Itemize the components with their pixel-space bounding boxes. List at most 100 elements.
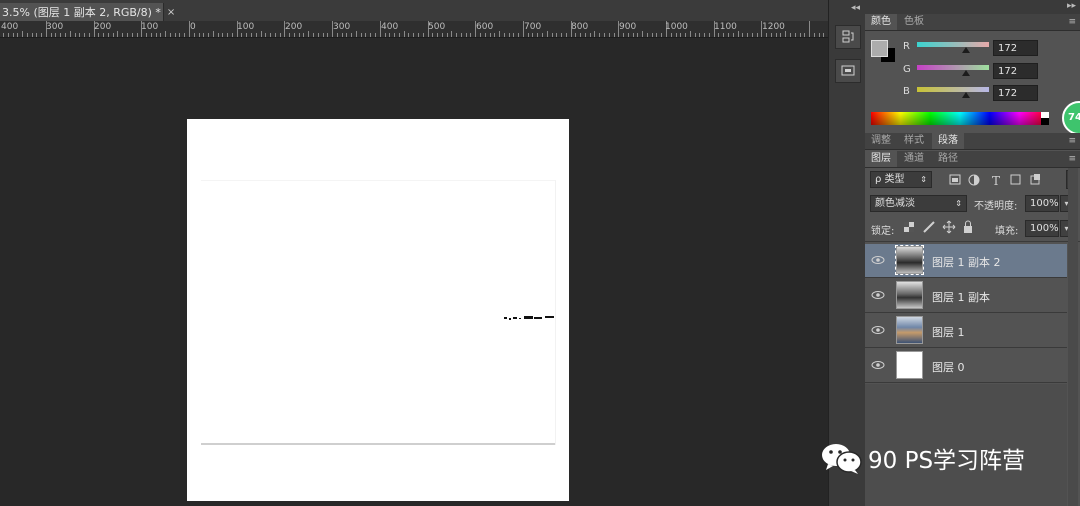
ruler-label: 300 xyxy=(46,22,64,32)
ruler-label: 100 xyxy=(237,22,255,32)
blue-value-field[interactable]: 172 xyxy=(993,85,1038,101)
layer-thumbnail xyxy=(896,351,923,379)
ruler-label: 900 xyxy=(619,22,637,32)
foreground-swatch[interactable] xyxy=(871,40,888,57)
fill-field[interactable]: 100% xyxy=(1025,220,1059,237)
red-slider[interactable] xyxy=(917,42,989,47)
wechat-icon xyxy=(822,444,862,474)
visibility-eye-icon[interactable] xyxy=(871,359,885,371)
ruler-label: 700 xyxy=(524,22,542,32)
green-channel-label: G xyxy=(903,64,911,75)
blue-channel-label: B xyxy=(903,86,910,97)
divider xyxy=(865,241,1080,242)
lock-paint-icon[interactable] xyxy=(922,220,936,234)
document-tab[interactable]: 3.5% (图层 1 副本 2, RGB/8) * × xyxy=(0,3,175,21)
layer-name: 图层 1 xyxy=(932,326,965,339)
blue-slider[interactable] xyxy=(917,87,989,92)
layer-row[interactable]: 图层 1 副本 xyxy=(865,279,1067,313)
ruler-label: 500 xyxy=(428,22,446,32)
tab-channels[interactable]: 通道 xyxy=(898,151,930,167)
layer-name: 图层 1 副本 2 xyxy=(932,256,1001,269)
horizontal-ruler: 400 300 200 100 0 100 200 300 400 500 60… xyxy=(0,21,828,38)
ruler-label: 200 xyxy=(94,22,112,32)
layer-filter-select[interactable]: ρ 类型 ⇕ xyxy=(870,171,932,188)
tab-swatches[interactable]: 色板 xyxy=(898,14,930,30)
adjust-panel-tabs: 调整 样式 段落 ≡ xyxy=(865,133,1080,150)
ruler-label: 600 xyxy=(476,22,494,32)
green-value-field[interactable]: 172 xyxy=(993,63,1038,79)
history-icon[interactable] xyxy=(835,25,861,49)
layer-thumbnail xyxy=(895,245,924,275)
spectrum-black-chip[interactable] xyxy=(1041,118,1049,125)
opacity-label: 不透明度: xyxy=(974,201,1018,212)
properties-icon[interactable] xyxy=(835,59,861,83)
canvas-black-specks xyxy=(504,316,554,320)
tab-paragraph[interactable]: 段落 xyxy=(932,133,964,149)
red-slider-thumb[interactable] xyxy=(961,47,970,53)
green-slider[interactable] xyxy=(917,65,989,70)
tab-styles[interactable]: 样式 xyxy=(898,133,930,149)
layer-thumbnail xyxy=(896,281,923,309)
spectrum-shade xyxy=(871,112,1049,125)
ruler-label: 100 xyxy=(141,22,159,32)
ruler-label: 800 xyxy=(571,22,589,32)
lock-label: 锁定: xyxy=(871,226,895,237)
ruler-label: 200 xyxy=(285,22,303,32)
opacity-field[interactable]: 100% xyxy=(1025,195,1059,212)
dropdown-icon: ⇕ xyxy=(955,199,962,208)
document-tab-bar: 3.5% (图层 1 副本 2, RGB/8) * × xyxy=(0,0,828,22)
visibility-eye-icon[interactable] xyxy=(871,254,885,266)
ruler-label: 400 xyxy=(1,22,19,32)
visibility-eye-icon[interactable] xyxy=(871,289,885,301)
layer-row[interactable]: 图层 1 副本 2 xyxy=(865,244,1067,278)
red-value-field[interactable]: 172 xyxy=(993,40,1038,56)
layer-name: 图层 1 副本 xyxy=(932,291,990,304)
blend-mode-select[interactable]: 颜色减淡 ⇕ xyxy=(870,195,967,212)
layer-content-edge xyxy=(201,443,555,445)
panel-menu-icon[interactable]: ≡ xyxy=(1068,17,1076,27)
watermark-text: 90 PS学习阵营 xyxy=(868,448,1026,474)
panel-menu-icon[interactable]: ≡ xyxy=(1068,154,1076,164)
dropdown-icon: ⇕ xyxy=(920,175,927,184)
green-slider-thumb[interactable] xyxy=(961,70,970,76)
ruler-label: 1000 xyxy=(665,22,688,32)
color-panel-tabs: 颜色 色板 ≡ xyxy=(865,14,1080,31)
panel-header-strip: ▸▸ xyxy=(865,0,1080,14)
ruler-label: 1200 xyxy=(762,22,785,32)
tab-adjustments[interactable]: 调整 xyxy=(865,133,897,149)
right-panels: ▸▸ 颜色 色板 ≡ R 172 G 172 B 172 74 调整 样式 段落… xyxy=(865,0,1080,506)
close-tab-icon[interactable]: × xyxy=(167,7,175,18)
lock-move-icon[interactable] xyxy=(942,220,956,234)
layers-scrollbar[interactable] xyxy=(1068,168,1078,506)
tab-color[interactable]: 颜色 xyxy=(865,14,897,30)
panel-menu-icon[interactable]: ≡ xyxy=(1068,136,1076,146)
ruler-ticks xyxy=(3,21,824,37)
tab-paths[interactable]: 路径 xyxy=(932,151,964,167)
layer-filter-icons: T xyxy=(949,174,1040,188)
panel-dock: ◂◂ xyxy=(828,0,866,506)
expand-panels-icon[interactable]: ▸▸ xyxy=(1067,1,1076,11)
document-tab-title: 3.5% (图层 1 副本 2, RGB/8) * xyxy=(2,6,161,19)
layer-row[interactable]: 图层 1 xyxy=(865,314,1067,348)
visibility-eye-icon[interactable] xyxy=(871,324,885,336)
blue-slider-thumb[interactable] xyxy=(961,92,970,98)
layer-name: 图层 0 xyxy=(932,361,965,374)
layers-panel-tabs: 图层 通道 路径 ≡ xyxy=(865,151,1080,168)
ruler-label: 1100 xyxy=(714,22,737,32)
lock-all-icon[interactable] xyxy=(962,220,974,234)
blend-mode-value: 颜色减淡 xyxy=(875,198,915,209)
ruler-label: 300 xyxy=(333,22,351,32)
lock-transparent-icon[interactable] xyxy=(903,221,915,233)
performance-badge[interactable]: 74 xyxy=(1062,101,1080,135)
layer-filter-label: ρ 类型 xyxy=(875,174,905,185)
ruler-label: 0 xyxy=(190,22,196,32)
red-channel-label: R xyxy=(903,41,910,52)
watermark: 90 PS学习阵营 xyxy=(820,440,1025,476)
ruler-label: 400 xyxy=(381,22,399,32)
collapse-dock-icon[interactable]: ◂◂ xyxy=(851,3,860,13)
svg-text:T: T xyxy=(992,174,1000,188)
layer-row[interactable]: 图层 0 xyxy=(865,349,1067,383)
fill-label: 填充: xyxy=(995,226,1019,237)
layer-thumbnail xyxy=(896,316,923,344)
tab-layers[interactable]: 图层 xyxy=(865,151,897,167)
